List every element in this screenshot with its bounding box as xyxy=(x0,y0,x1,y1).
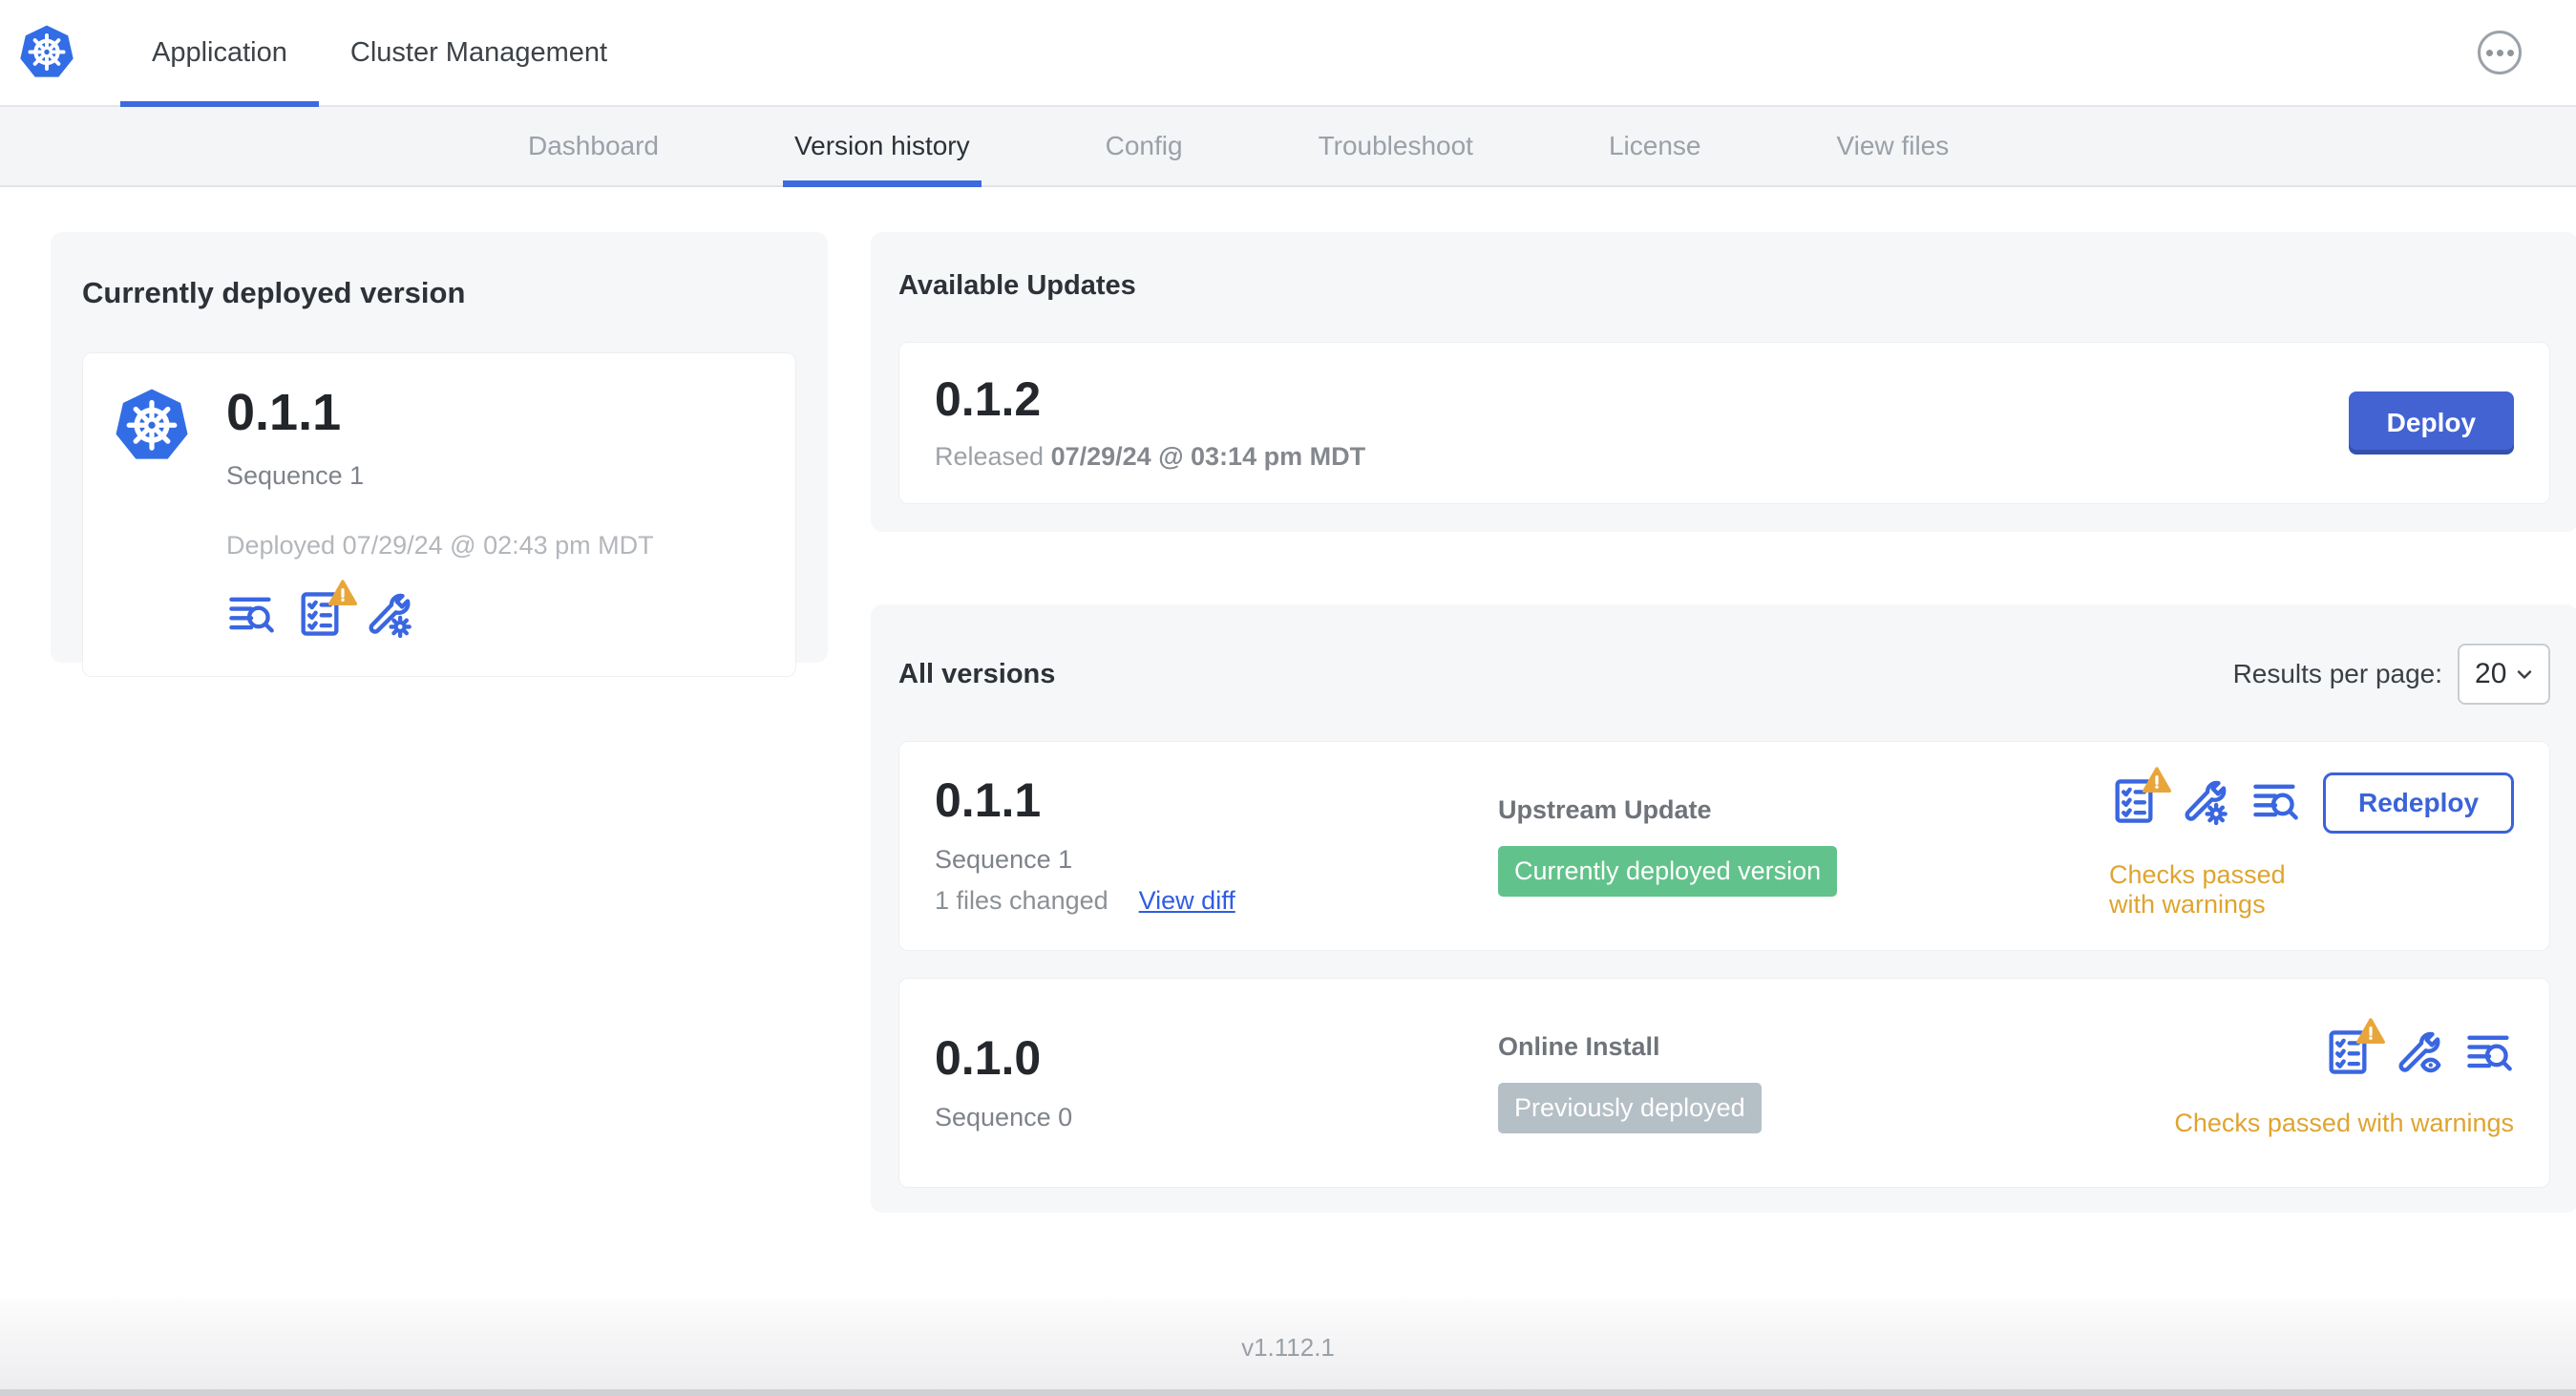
logs-icon[interactable] xyxy=(2464,1027,2514,1077)
preflight-checks-warning-icon[interactable] xyxy=(2323,1018,2386,1082)
row-version-number: 0.1.0 xyxy=(935,1030,1042,1085)
version-row-actions: Redeploy Checks passed with warnings xyxy=(2109,766,2515,920)
warning-triangle-icon xyxy=(328,580,357,605)
top-tab-cluster-management-label: Cluster Management xyxy=(349,36,608,68)
preflight-checks-warning-icon[interactable] xyxy=(2109,766,2171,831)
current-version-sequence: Sequence 1 xyxy=(226,460,365,490)
currently-deployed-panel: 0.1.1 Sequence 1 Deployed 07/29/24 @ 02:… xyxy=(82,352,796,677)
config-edit-icon[interactable] xyxy=(364,589,413,639)
left-column: Currently deployed version 0.1.1 Sequenc… xyxy=(51,232,828,1213)
version-row-actions: Checks passed with warnings xyxy=(2174,1018,2515,1138)
tab-dashboard-label: Dashboard xyxy=(528,131,659,160)
tab-view-files[interactable]: View files xyxy=(1828,107,1956,185)
results-per-page-value: 20 xyxy=(2475,658,2507,689)
config-view-icon[interactable] xyxy=(2394,1027,2443,1077)
preflight-checks-warning-icon[interactable] xyxy=(295,580,357,644)
top-tab-application-label: Application xyxy=(152,36,287,68)
results-per-page: Results per page: 20 xyxy=(2232,644,2551,705)
results-per-page-select[interactable]: 20 xyxy=(2458,644,2551,705)
row-files-line: 1 files changed View diff xyxy=(935,886,1498,916)
version-row-source: Upstream Update Currently deployed versi… xyxy=(1498,794,2109,898)
current-version-number: 0.1.1 xyxy=(226,384,342,441)
top-tab-cluster-management[interactable]: Cluster Management xyxy=(319,0,639,105)
status-badge: Currently deployed version xyxy=(1498,845,1838,898)
top-nav: Application Cluster Management xyxy=(0,0,2576,107)
row-action-icons xyxy=(2109,766,2300,831)
chevron-down-icon xyxy=(2517,670,2532,679)
source-label: Upstream Update xyxy=(1498,794,1712,824)
available-updates-card: Available Updates 0.1.2 Released 07/29/2… xyxy=(871,232,2576,532)
status-badge: Previously deployed xyxy=(1498,1082,1762,1134)
tab-version-history[interactable]: Version history xyxy=(782,107,982,187)
deploy-button[interactable]: Deploy xyxy=(2348,391,2515,455)
available-updates-title: Available Updates xyxy=(898,270,1136,301)
actions-line xyxy=(2323,1018,2514,1082)
all-versions-card: All versions Results per page: 20 0.1.1 … xyxy=(871,604,2576,1213)
available-update-row: 0.1.2 Released 07/29/24 @ 03:14 pm MDT D… xyxy=(898,342,2551,504)
redeploy-button[interactable]: Redeploy xyxy=(2323,772,2515,834)
main-content: Currently deployed version 0.1.1 Sequenc… xyxy=(0,187,2576,1213)
tab-dashboard[interactable]: Dashboard xyxy=(520,107,666,185)
row-action-icons xyxy=(2323,1018,2514,1082)
version-row-0-1-0: 0.1.0 Sequence 0 Online Install Previous… xyxy=(898,978,2551,1188)
available-update-info: 0.1.2 Released 07/29/24 @ 03:14 pm MDT xyxy=(935,375,1365,472)
right-column: Available Updates 0.1.2 Released 07/29/2… xyxy=(871,232,2576,1213)
results-per-page-label: Results per page: xyxy=(2232,659,2443,688)
sub-nav: Dashboard Version history Config Trouble… xyxy=(0,107,2576,187)
warning-triangle-icon xyxy=(2143,766,2171,793)
version-row-info: 0.1.0 Sequence 0 xyxy=(935,1034,1498,1132)
files-changed-label: 1 files changed xyxy=(935,886,1109,915)
source-label: Online Install xyxy=(1498,1031,1660,1061)
view-diff-link[interactable]: View diff xyxy=(1139,886,1235,916)
tab-troubleshoot-label: Troubleshoot xyxy=(1318,131,1473,160)
kubernetes-logo-icon xyxy=(17,0,76,105)
footer: v1.112.1 xyxy=(0,1299,2576,1396)
version-row-0-1-1: 0.1.1 Sequence 1 1 files changed View di… xyxy=(898,741,2551,951)
currently-deployed-title: Currently deployed version xyxy=(82,276,466,309)
row-version-number: 0.1.1 xyxy=(935,773,1042,827)
tab-troubleshoot[interactable]: Troubleshoot xyxy=(1311,107,1481,185)
version-row-source: Online Install Previously deployed xyxy=(1498,1031,2109,1134)
all-versions-header: All versions Results per page: 20 xyxy=(898,644,2551,705)
tab-version-history-label: Version history xyxy=(793,131,970,160)
row-sequence: Sequence 0 xyxy=(935,1102,1073,1132)
update-version-number: 0.1.2 xyxy=(935,371,1042,426)
released-label: Released xyxy=(935,441,1045,471)
logs-icon[interactable] xyxy=(2250,776,2300,826)
logs-icon[interactable] xyxy=(226,589,276,639)
console-version: v1.112.1 xyxy=(1241,1332,1335,1362)
config-edit-icon[interactable] xyxy=(2180,776,2229,826)
checks-status-text: Checks passed with warnings xyxy=(2109,860,2286,919)
app-window: Application Cluster Management Dashboard… xyxy=(0,0,2576,1396)
all-versions-title: All versions xyxy=(898,658,1056,689)
update-released-line: Released 07/29/24 @ 03:14 pm MDT xyxy=(935,442,1365,472)
version-row-info: 0.1.1 Sequence 1 1 files changed View di… xyxy=(935,776,1498,916)
tab-license-label: License xyxy=(1608,131,1701,160)
currently-deployed-card: Currently deployed version 0.1.1 Sequenc… xyxy=(51,232,828,677)
checks-status-text: Checks passed with warnings xyxy=(2174,1109,2515,1137)
tab-config-label: Config xyxy=(1105,131,1183,160)
tab-view-files-label: View files xyxy=(1836,131,1950,160)
released-timestamp: 07/29/24 @ 03:14 pm MDT xyxy=(1050,441,1366,471)
current-version-actions xyxy=(226,580,654,644)
currently-deployed-body: 0.1.1 Sequence 1 Deployed 07/29/24 @ 02:… xyxy=(226,386,654,644)
kubernetes-app-icon xyxy=(112,386,192,466)
current-version-deployed-at: Deployed 07/29/24 @ 02:43 pm MDT xyxy=(226,530,654,560)
row-sequence: Sequence 1 xyxy=(935,845,1073,874)
ellipsis-menu-icon[interactable] xyxy=(2478,31,2522,74)
actions-line: Redeploy xyxy=(2109,766,2515,834)
tab-config[interactable]: Config xyxy=(1098,107,1191,185)
warning-triangle-icon xyxy=(2356,1018,2386,1044)
tab-license[interactable]: License xyxy=(1601,107,1709,185)
top-tab-application[interactable]: Application xyxy=(120,0,319,107)
